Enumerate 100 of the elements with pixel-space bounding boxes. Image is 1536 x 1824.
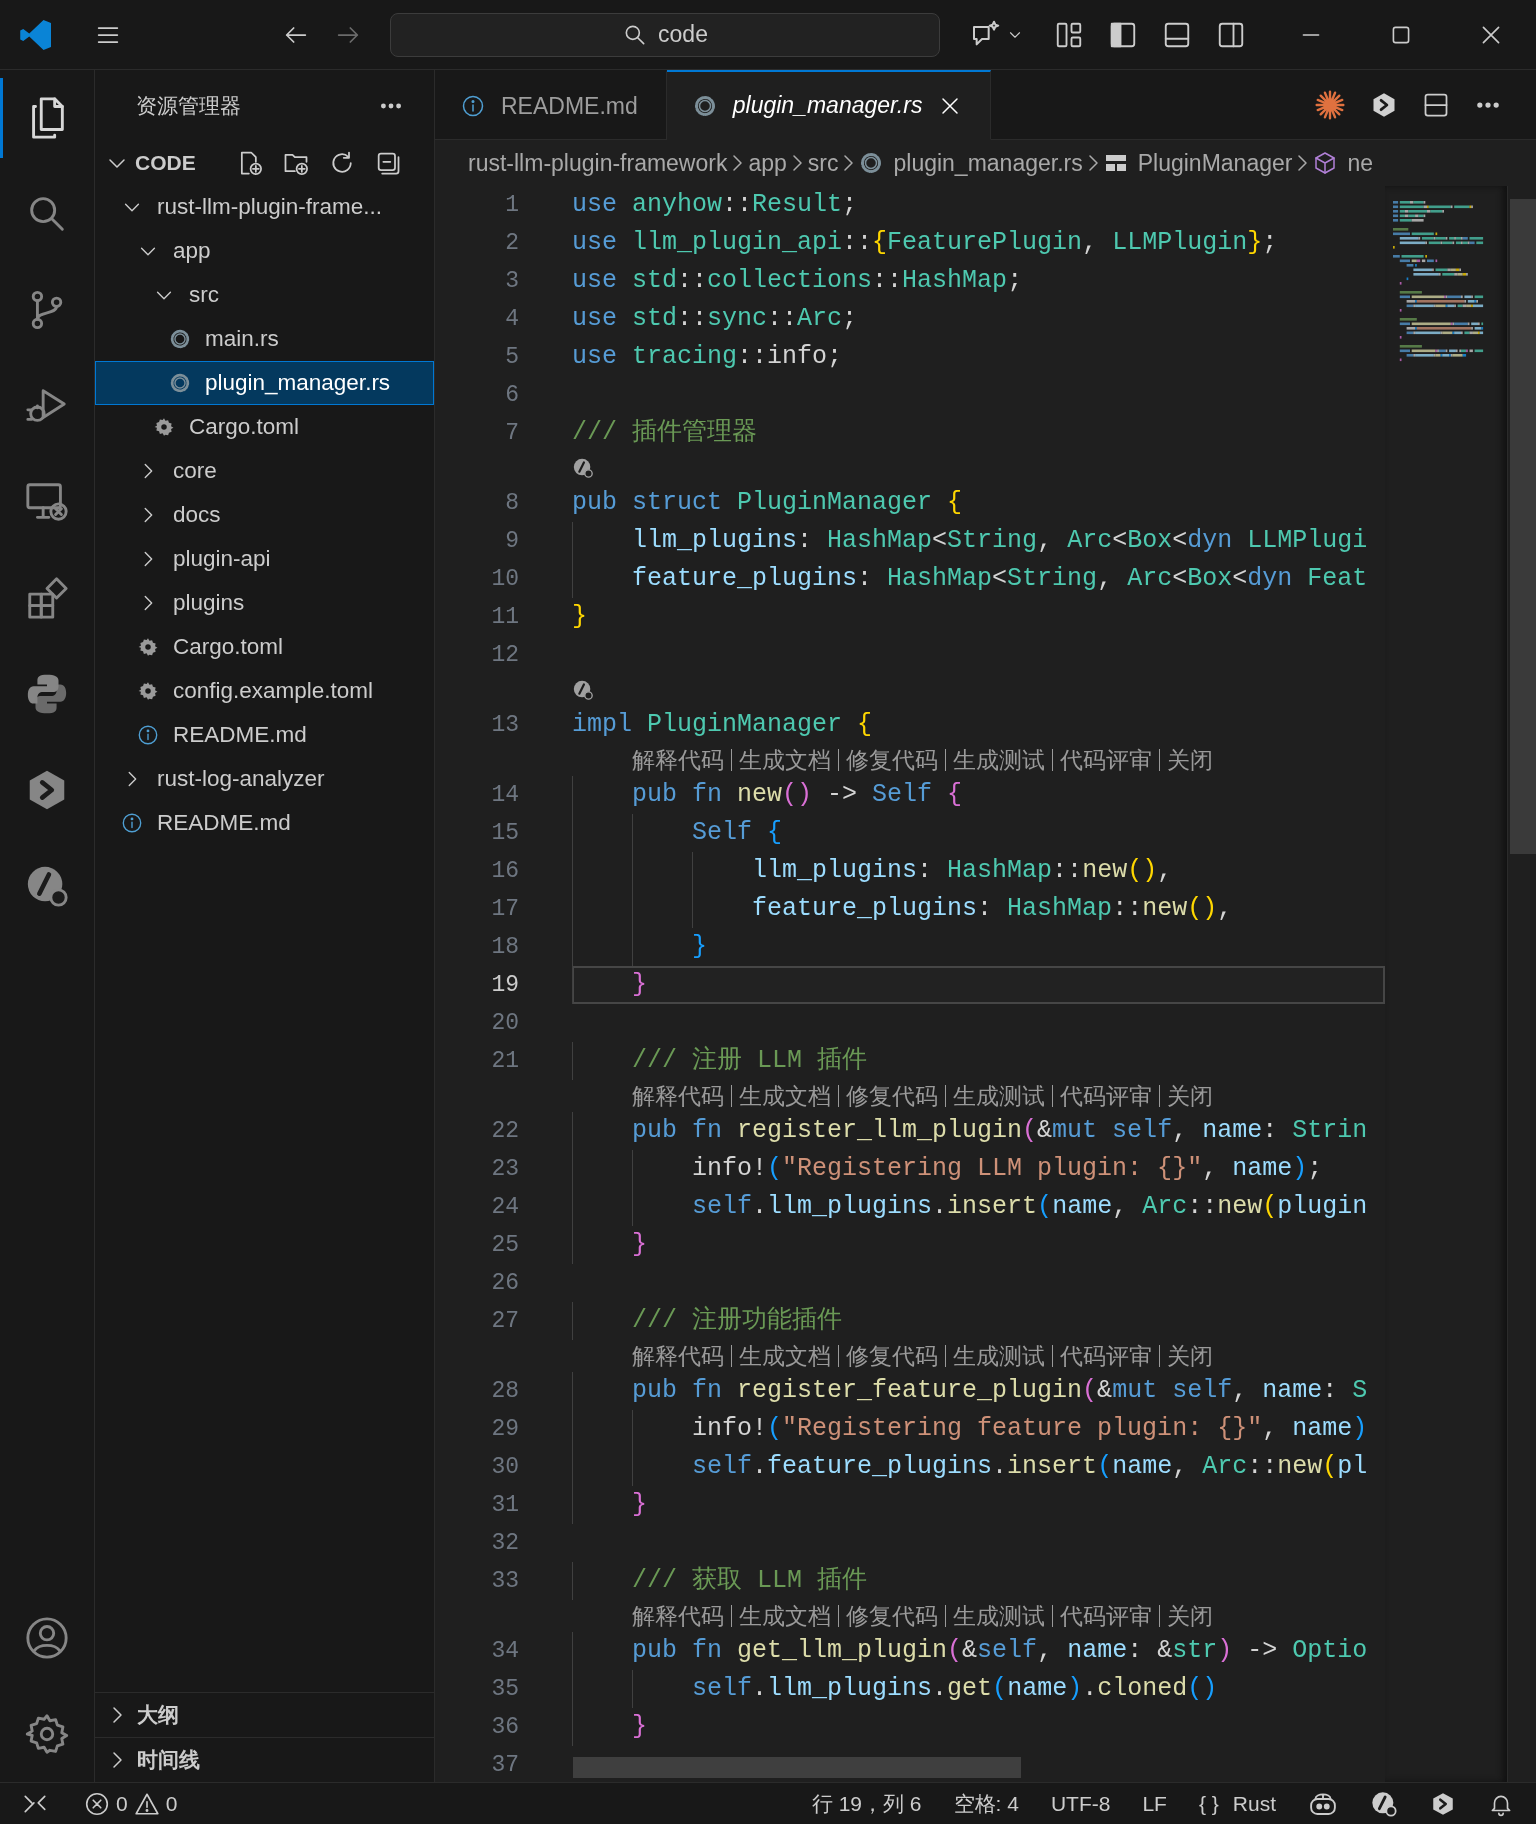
search-field[interactable]: code	[390, 12, 940, 57]
hexagon-logo-icon[interactable]	[1430, 1790, 1456, 1817]
codelens-link[interactable]: 生成测试	[953, 1340, 1045, 1372]
slash-logo-icon[interactable]	[572, 457, 594, 479]
breadcrumb-item[interactable]: PluginManager	[1103, 149, 1293, 177]
slash-logo-icon[interactable]	[572, 679, 594, 701]
code-line: }	[691, 931, 708, 963]
tree-item[interactable]: README.md	[95, 713, 434, 757]
code-line: llm_plugins: HashMap<String, Arc<Box<dyn LLMPlugi	[631, 525, 1368, 557]
codelens-link[interactable]: 生成文档	[739, 1080, 831, 1112]
codelens-link[interactable]: 解释代码	[632, 1080, 724, 1112]
line-number: 33	[490, 1567, 519, 1596]
line-number: 30	[490, 1453, 519, 1482]
codelens-link[interactable]: 关闭	[1167, 744, 1213, 776]
codelens-link[interactable]: 生成文档	[739, 1340, 831, 1372]
line-number: 1	[504, 191, 519, 220]
line-number: 36	[490, 1713, 519, 1742]
status-item[interactable]: LF	[1142, 1791, 1167, 1816]
codelens-link[interactable]: 生成测试	[953, 1600, 1045, 1632]
gear-icon	[153, 416, 175, 438]
tree-item[interactable]: Cargo.toml	[95, 625, 434, 669]
tree-item[interactable]: src	[95, 273, 434, 317]
scrollbar-thumb[interactable]	[573, 1757, 1021, 1778]
codelens-link[interactable]: 关闭	[1167, 1340, 1213, 1372]
line-number: 4	[504, 305, 519, 334]
breadcrumb-item[interactable]: plugin_manager.rs	[859, 149, 1083, 177]
tree-item[interactable]: rust-log-analyzer	[95, 757, 434, 801]
line-number: 12	[490, 641, 519, 670]
line-number: 20	[490, 1009, 519, 1038]
code-line: use std::collections::HashMap;	[572, 265, 1023, 297]
tree-item[interactable]: core	[95, 449, 434, 493]
breadcrumb-item[interactable]: rust-llm-plugin-framework	[468, 149, 728, 177]
panel-header[interactable]: 大纲	[95, 1692, 434, 1737]
chevron-right-icon	[844, 155, 854, 171]
line-number: 5	[504, 343, 519, 372]
breadcrumb-item[interactable]: src	[807, 149, 839, 177]
tree-item[interactable]: Cargo.toml	[95, 405, 434, 449]
sidebar-title: 资源管理器	[136, 92, 241, 119]
gear-icon	[137, 636, 159, 658]
codelens-link[interactable]: 代码评审	[1060, 1340, 1152, 1372]
codelens-link[interactable]: 生成测试	[953, 744, 1045, 776]
status-item[interactable]: 行 19，列 6	[811, 1789, 922, 1818]
tree-item[interactable]: app	[95, 229, 434, 273]
codelens-link[interactable]: 解释代码	[632, 1600, 724, 1632]
tab[interactable]: README.md	[435, 70, 667, 140]
codelens-link[interactable]: 代码评审	[1060, 1600, 1152, 1632]
settings-icon[interactable]	[24, 1711, 70, 1757]
tree-item[interactable]: plugins	[95, 581, 434, 625]
status-item[interactable]: 空格: 4	[953, 1789, 1019, 1818]
panel-header[interactable]: 时间线	[95, 1737, 434, 1782]
code-line: }	[572, 601, 587, 633]
codelens-link[interactable]: 关闭	[1167, 1600, 1213, 1632]
slash-logo-icon[interactable]	[1370, 1789, 1398, 1818]
tree-item[interactable]: plugin_manager.rs	[95, 361, 434, 405]
code-line: }	[631, 969, 647, 1001]
line-number: 8	[504, 489, 519, 518]
line-number: 35	[490, 1675, 519, 1704]
chevron-right-icon	[1298, 155, 1308, 171]
tree-item[interactable]: docs	[95, 493, 434, 537]
line-number: 28	[490, 1377, 519, 1406]
section-header[interactable]: CODE	[105, 151, 196, 175]
info-icon	[121, 812, 143, 834]
line-number: 9	[504, 527, 519, 556]
codelens-link[interactable]: 修复代码	[846, 744, 938, 776]
codelens-link[interactable]: 生成测试	[953, 1080, 1045, 1112]
tree-item[interactable]: README.md	[95, 801, 434, 845]
starburst-icon[interactable]	[1314, 88, 1346, 121]
code-line: use tracing::info;	[572, 341, 843, 373]
codelens-link[interactable]: 生成文档	[739, 744, 831, 776]
code-line: llm_plugins: HashMap::new(),	[751, 855, 1173, 887]
tree-item[interactable]: config.example.toml	[95, 669, 434, 713]
breadcrumb-item[interactable]: app	[748, 149, 787, 177]
cube-icon	[1313, 151, 1338, 175]
code-line: self.llm_plugins.get(name).cloned()	[691, 1673, 1218, 1705]
scrollbar-thumb[interactable]	[1510, 199, 1536, 854]
codelens-link[interactable]: 代码评审	[1060, 1080, 1152, 1112]
codelens-link[interactable]: 关闭	[1167, 1080, 1213, 1112]
code-line: info!("Registering feature plugin: {}", name)	[691, 1413, 1368, 1445]
codelens-link[interactable]: 代码评审	[1060, 744, 1152, 776]
codelens-link[interactable]: 修复代码	[846, 1600, 938, 1632]
code-line: impl PluginManager {	[572, 709, 873, 741]
breadcrumb-item[interactable]: ne	[1313, 149, 1374, 177]
code-line: /// 注册功能插件	[631, 1305, 843, 1337]
tree-item[interactable]: rust-llm-plugin-frame...	[95, 185, 434, 229]
codelens-link[interactable]: 解释代码	[632, 1340, 724, 1372]
language-button[interactable]: { } Rust	[1198, 1791, 1276, 1816]
status-item[interactable]: UTF-8	[1050, 1791, 1111, 1816]
tree-item[interactable]: main.rs	[95, 317, 434, 361]
line-number: 15	[490, 819, 519, 848]
line-number: 31	[490, 1491, 519, 1520]
tab[interactable]: plugin_manager.rs	[666, 70, 992, 140]
codelens-link[interactable]: 解释代码	[632, 744, 724, 776]
tree-item[interactable]: plugin-api	[95, 537, 434, 581]
account-icon[interactable]	[24, 1615, 70, 1661]
codelens-link[interactable]: 修复代码	[846, 1080, 938, 1112]
codelens-link[interactable]: 修复代码	[846, 1340, 938, 1372]
codelens-link[interactable]: 生成文档	[739, 1600, 831, 1632]
problems-button[interactable]: 0 0	[84, 1790, 178, 1817]
code-line: pub fn register_llm_plugin(&mut self, name: Strin	[631, 1115, 1368, 1147]
code-line: /// 注册 LLM 插件	[631, 1045, 868, 1077]
